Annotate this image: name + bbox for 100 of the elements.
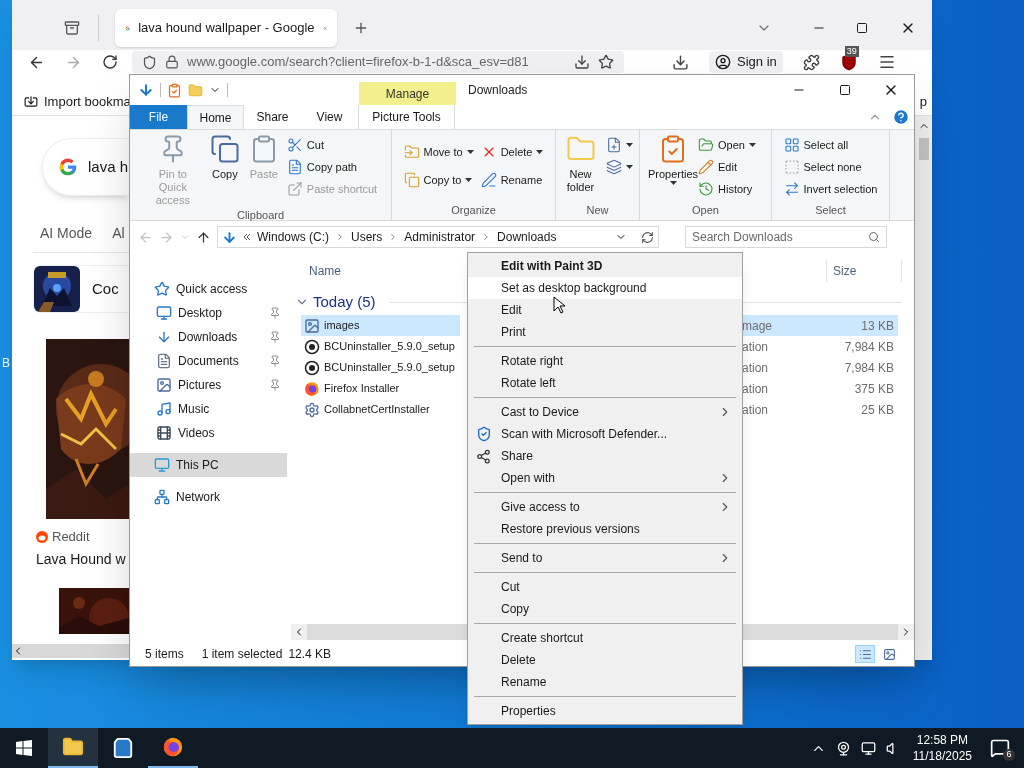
shopping-bag-icon	[112, 737, 134, 759]
file-item[interactable]: Firefox Installer	[301, 378, 460, 399]
nav-item[interactable]: Documents	[130, 349, 287, 373]
filter-tab[interactable]: AI Mode	[40, 222, 93, 244]
ribbon-tab[interactable]: File	[130, 105, 187, 129]
file-item[interactable]: BCUninstaller_5.9.0_setup	[301, 357, 460, 378]
menu-item[interactable]: Restore previous versions	[468, 518, 742, 540]
notifications-icon[interactable]	[990, 738, 1010, 758]
ribbon-tab[interactable]: Share	[244, 105, 301, 129]
menu-item[interactable]: Copy	[468, 598, 742, 620]
taskbar-button[interactable]	[48, 728, 98, 768]
menu-item[interactable]: Create shortcut	[468, 627, 742, 649]
nav-item[interactable]: Network	[130, 485, 287, 509]
downloads-icon[interactable]	[672, 53, 689, 71]
nav-item[interactable]: Pictures	[130, 373, 287, 397]
help-icon[interactable]	[892, 108, 910, 126]
ribbon-button[interactable]: Move to	[401, 141, 476, 163]
ribbon-button[interactable]: Cut	[284, 134, 380, 156]
ribbon-button[interactable]: New folder	[560, 130, 601, 202]
ribbon-button[interactable]: Rename	[478, 169, 546, 191]
filter-tab[interactable]: Al	[112, 222, 125, 244]
ribbon-button[interactable]: Open	[696, 134, 758, 156]
nav-item[interactable]: This PC	[130, 453, 287, 477]
save-icon[interactable]	[574, 54, 590, 70]
camera-icon[interactable]	[835, 740, 851, 756]
file-item[interactable]: BCUninstaller_5.9.0_setup	[301, 336, 460, 357]
bookmark-star-icon[interactable]	[598, 54, 614, 70]
column-header[interactable]: Name	[305, 262, 365, 280]
menu-item[interactable]: Rotate left	[468, 372, 742, 394]
ribbon-button[interactable]: Select all	[781, 134, 880, 156]
breadcrumb[interactable]: Administrator	[404, 228, 476, 246]
bookmark-link[interactable]: p	[919, 91, 927, 112]
import-icon[interactable]	[24, 94, 38, 109]
circle-icon	[304, 359, 320, 376]
file-item[interactable]: images	[301, 315, 460, 336]
down-arrow-icon[interactable]	[138, 82, 154, 98]
tab-list-icon[interactable]	[64, 20, 80, 36]
group-header[interactable]: Today (5)	[313, 290, 376, 314]
ribbon-tab[interactable]: Home	[187, 105, 244, 129]
menu-item[interactable]: Rename	[468, 671, 742, 693]
scissors-icon	[286, 137, 303, 153]
search-field[interactable]: Search Downloads	[685, 226, 887, 248]
file-size: 7,984 KB	[843, 359, 895, 377]
breadcrumb[interactable]: Users	[351, 228, 383, 246]
menu-item[interactable]: Edit	[468, 299, 742, 321]
ribbon-button[interactable]: Copy to	[401, 169, 476, 191]
column-header[interactable]: Size	[827, 262, 901, 280]
up-icon[interactable]	[196, 229, 211, 245]
menu-item[interactable]: Give access to	[468, 496, 742, 518]
menu-item[interactable]: Properties	[468, 700, 742, 722]
file-size: 25 KB	[860, 401, 895, 419]
menu-item[interactable]: Scan with Microsoft Defender...	[468, 423, 742, 445]
reload-icon[interactable]	[102, 54, 118, 70]
checklist-icon[interactable]	[167, 82, 182, 98]
menu-item[interactable]: Open with	[468, 467, 742, 489]
menu-item[interactable]: Delete	[468, 649, 742, 671]
menu-item[interactable]: Cast to Device	[468, 401, 742, 423]
menu-icon[interactable]	[877, 53, 896, 71]
address-bar[interactable]: Windows (C:) Users Administrator Downloads	[217, 226, 659, 248]
menu-item[interactable]: Edit with Paint 3D	[468, 255, 742, 277]
ribbon-button[interactable]: Invert selection	[781, 178, 880, 200]
breadcrumb[interactable]: Windows (C:)	[257, 228, 329, 246]
network-icon[interactable]	[860, 740, 876, 756]
menu-item[interactable]: Send to	[468, 547, 742, 569]
nav-item[interactable]: Desktop	[130, 301, 287, 325]
nav-item[interactable]: Music	[130, 397, 287, 421]
menu-item[interactable]: Rotate right	[468, 350, 742, 372]
clock[interactable]: 12:58 PM 11/18/2025	[912, 732, 972, 764]
ribbon-button[interactable]: History	[696, 178, 758, 200]
grid-icon	[783, 137, 800, 153]
file-item[interactable]: CollabnetCertInstaller	[301, 399, 460, 420]
menu-item[interactable]: Share	[468, 445, 742, 467]
refresh-icon[interactable]	[641, 230, 654, 244]
caret-icon	[466, 150, 474, 154]
breadcrumb[interactable]: Downloads	[497, 228, 557, 246]
ribbon-button[interactable]: Copy	[206, 130, 243, 207]
details-view-button[interactable]	[855, 645, 875, 663]
nav-item[interactable]: Downloads	[130, 325, 287, 349]
bookmark-link[interactable]: Import bookma	[44, 91, 131, 112]
sign-in-button[interactable]: Sign in	[709, 51, 783, 73]
extensions-icon[interactable]	[802, 53, 820, 71]
desktop-icon-label[interactable]: B	[2, 354, 10, 372]
browser-tab[interactable]: lava hound wallpaper - Google	[115, 9, 337, 47]
nav-item[interactable]: Videos	[130, 421, 287, 445]
maximize-icon[interactable]	[839, 84, 851, 96]
new-tab-icon[interactable]	[353, 20, 369, 36]
down-arrow-icon	[156, 329, 172, 345]
result-card[interactable]: Coc	[33, 265, 129, 313]
menu-item[interactable]: Print	[468, 321, 742, 343]
url-field[interactable]: www.google.com/search?client=firefox-b-1-d&sca_esv=d81	[132, 51, 624, 73]
swap-arrows-icon	[783, 181, 800, 197]
menu-item[interactable]: Cut	[468, 576, 742, 598]
ribbon-button[interactable]: Delete	[478, 141, 546, 163]
ribbon-tab[interactable]: View	[301, 105, 358, 129]
nav-item[interactable]: Quick access	[130, 277, 287, 301]
ribbon-button[interactable]: Select none	[781, 156, 880, 178]
maximize-icon[interactable]	[856, 22, 868, 34]
menu-item[interactable]: Set as desktop background	[468, 277, 742, 299]
scrollbar-thumb[interactable]	[918, 138, 929, 160]
ribbon-button[interactable]: Copy path	[284, 156, 380, 178]
